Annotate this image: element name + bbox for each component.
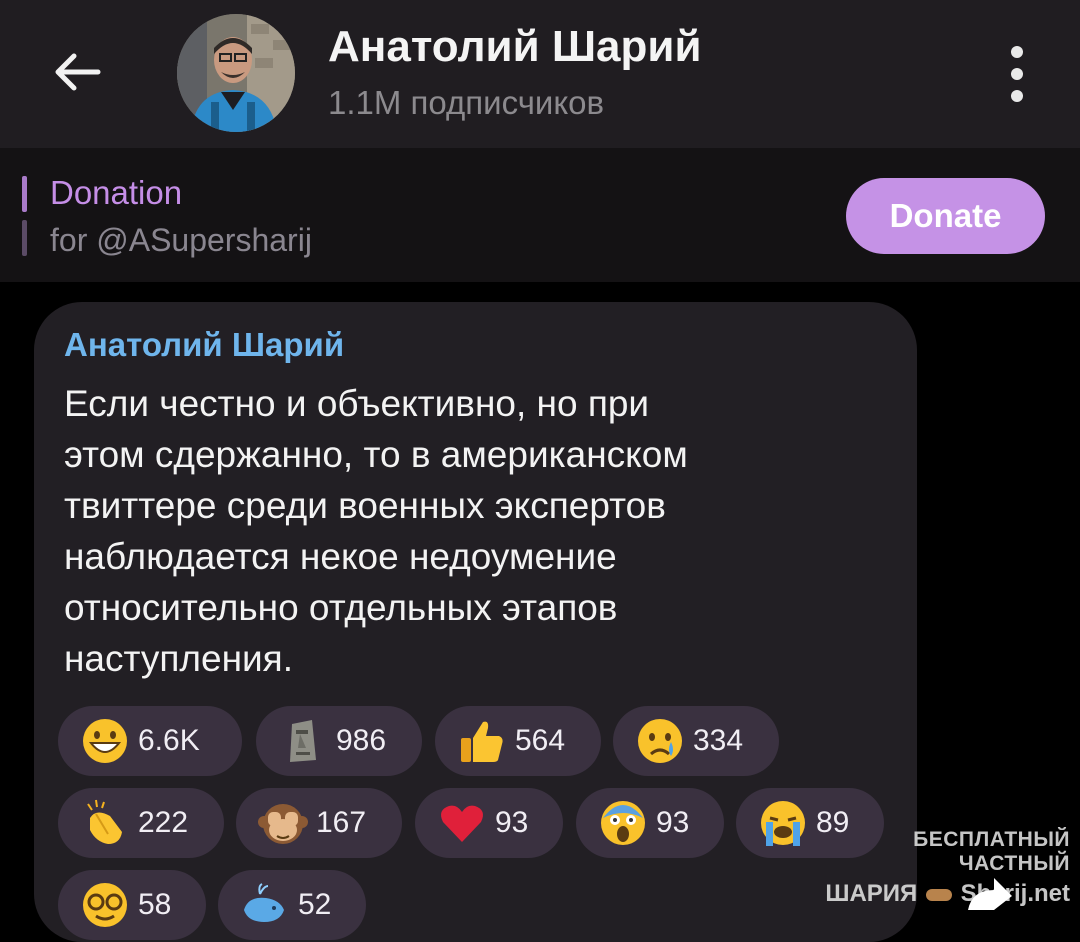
chat-header: Анатолий Шарий 1.1M подписчиков [0,0,1080,148]
reaction-thumbs-up[interactable]: 564 [435,706,601,776]
pinned-subtitle: for @ASupersharij [50,222,312,258]
dot [1011,68,1023,80]
back-button[interactable] [48,48,104,96]
dot [1011,46,1023,58]
donate-button[interactable]: Donate [846,178,1045,254]
reaction-whale[interactable]: 52 [218,870,366,940]
watermark-name: ШАРИЯ [825,880,918,907]
reaction-count: 334 [693,724,744,757]
channel-avatar[interactable] [177,14,295,132]
reaction-count: 564 [515,724,566,757]
reaction-count: 58 [138,888,172,921]
dot [1011,90,1023,102]
message-author[interactable]: Анатолий Шарий [64,326,344,364]
watermark-line2: ШАРИЯ Sharij.net [800,880,1070,908]
reaction-heart[interactable]: 93 [415,788,563,858]
reaction-moai[interactable]: 986 [256,706,422,776]
reaction-count: 986 [336,724,387,757]
pointing-hand-icon [925,889,952,901]
reaction-count: 167 [316,806,367,839]
reaction-crying[interactable]: 334 [613,706,779,776]
pinned-indicator [22,220,27,256]
reaction-clapping[interactable]: 222 [58,788,224,858]
red-heart-icon [437,798,487,848]
arrow-left-icon [55,53,101,91]
pinned-indicator [22,176,27,212]
share-icon [968,878,1012,910]
crying-face-icon [635,716,685,766]
watermark: БЕСПЛАТНЫЙ ЧАСТНЫЙ ШАРИЯ Sharij.net [800,828,1070,907]
see-no-evil-monkey-icon [258,798,308,848]
reaction-screaming[interactable]: 93 [576,788,724,858]
reaction-count: 222 [138,806,189,839]
more-options-button[interactable] [1002,44,1032,104]
nerd-face-icon [80,880,130,930]
reaction-count: 93 [495,806,529,839]
reaction-nerd[interactable]: 58 [58,870,206,940]
share-button[interactable] [958,870,1018,910]
watermark-line1: БЕСПЛАТНЫЙ ЧАСТНЫЙ [913,828,1070,875]
moai-icon [278,716,328,766]
channel-title[interactable]: Анатолий Шарий [328,22,702,72]
reaction-count: 93 [656,806,690,839]
whale-icon [240,880,290,930]
pinned-title: Donation [50,174,183,211]
message-text: Если честно и объективно, но при этом сд… [64,383,688,679]
thumbs-up-icon [457,716,507,766]
grinning-face-icon [80,716,130,766]
screaming-face-icon [598,798,648,848]
reaction-grinning[interactable]: 6.6K [58,706,242,776]
subscriber-count: 1.1M подписчиков [328,84,605,121]
reaction-count: 6.6K [138,724,200,757]
reaction-count: 52 [298,888,332,921]
reaction-see-no-evil[interactable]: 167 [236,788,402,858]
clapping-hands-icon [80,798,130,848]
